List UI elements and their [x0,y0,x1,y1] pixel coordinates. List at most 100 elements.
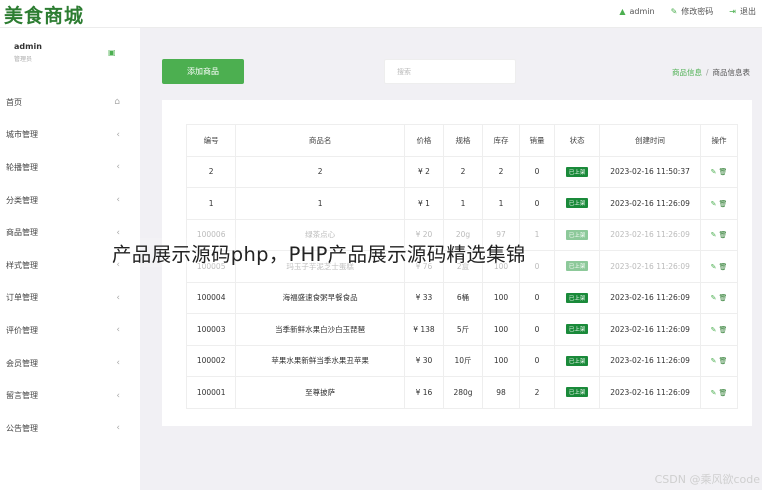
add-product-button[interactable]: 添加商品 [162,59,244,84]
sidebar-item[interactable]: 首页 ⌂ [0,86,140,119]
cell-id: 100004 [185,281,237,314]
sidebar-item[interactable]: 轮播管理 ‹ [0,151,140,184]
column-header: 价格 [403,124,444,157]
sidebar-item[interactable]: 评价管理 ‹ [0,314,140,347]
chevron-left-icon: ‹ [116,227,120,238]
search-input[interactable] [384,59,516,84]
logout-link[interactable]: ⇥ 退出 [729,6,756,17]
cell-status: 已上架 [553,313,601,346]
edit-icon[interactable]: ✎ [711,389,717,397]
cell-sales: 0 [519,313,555,346]
edit-icon: ✎ [670,6,678,16]
cell-sales: 0 [519,344,555,377]
cell-price: ¥ 2 [403,155,444,188]
cell-actions: ✎ 🗑 [699,218,739,251]
cell-actions: ✎ 🗑 [699,281,739,314]
trash-icon[interactable]: 🗑 [718,294,727,302]
column-header: 库存 [482,124,521,157]
table-row: 2 2 ¥ 2 2 2 0 已上架 2023-02-16 11:50:37 ✎ 🗑 [185,155,739,188]
status-badge: 已上架 [565,355,589,366]
table-body: 2 2 ¥ 2 2 2 0 已上架 2023-02-16 11:50:37 ✎ 🗑 1 1 ¥ 1110… [185,155,739,409]
sidebar-item-label: 轮播管理 [6,162,38,172]
table-row: 100001 至尊披萨 ¥ 16 280g 98 2 已上架 2023-02-16 11:26… [185,376,739,409]
credit-watermark: CSDN @乘风欲code [654,473,760,486]
cell-status: 已上架 [553,218,601,251]
cell-price: ¥ 1 [403,187,444,220]
cell-actions: ✎ 🗑 [699,250,739,283]
sidebar-item[interactable]: 订单管理 ‹ [0,282,140,315]
cell-sales: 2 [519,376,555,409]
edit-icon[interactable]: ✎ [711,294,717,302]
trash-icon[interactable]: 🗑 [718,389,727,397]
profile-name: admin [14,42,42,51]
chevron-left-icon: ‹ [116,162,120,173]
trash-icon[interactable]: 🗑 [718,200,727,208]
sidebar-item[interactable]: 公告管理 ‹ [0,412,140,445]
cell-created: 2023-02-16 11:26:09 [599,344,701,377]
trash-icon[interactable]: 🗑 [718,263,727,271]
cell-actions: ✎ 🗑 [699,376,739,409]
trash-icon[interactable]: 🗑 [718,168,727,176]
edit-icon[interactable]: ✎ [711,231,717,239]
profile-role: 管理员 [14,56,33,63]
table-header-row: 编号 商品名 价格 规格 库存 销量 状态 创建时间 操作 [185,124,739,157]
sidebar-item[interactable]: 会员管理 ‹ [0,347,140,380]
cell-created: 2023-02-16 11:26:09 [599,281,701,314]
sidebar-item[interactable]: 分类管理 ‹ [0,184,140,217]
edit-icon[interactable]: ✎ [711,200,717,208]
chevron-left-icon: ‹ [116,423,120,434]
table-row: 100004 海福盛速食粥早餐食品 ¥ 33 6桶 100 0 已上架 2023-02-16 … [185,281,739,314]
cell-name: 当季新鲜水果白沙白玉琵琶 [235,313,405,346]
cell-spec: 1 [442,187,484,220]
cell-actions: ✎ 🗑 [699,313,739,346]
column-header: 商品名 [235,124,405,157]
trash-icon[interactable]: 🗑 [718,357,727,365]
sidebar-item-label: 首页 [6,97,22,107]
cell-stock: 2 [482,155,521,188]
site-logo: 美食商城 [4,5,85,27]
sidebar-item-label: 留言管理 [6,391,38,401]
sidebar-item[interactable]: 留言管理 ‹ [0,379,140,412]
trash-icon[interactable]: 🗑 [718,326,727,334]
chevron-left-icon: ‹ [116,358,120,369]
cell-actions: ✎ 🗑 [699,155,739,188]
status-badge: 已上架 [565,198,589,209]
sidebar-item[interactable]: 城市管理 ‹ [0,119,140,152]
user-icon: ▲ [619,6,626,16]
cell-created: 2023-02-16 11:26:09 [599,313,701,346]
status-badge: 已上架 [565,229,589,240]
status-badge: 已上架 [565,166,589,177]
chevron-left-icon: ‹ [116,292,120,303]
cell-name: 苹果水果新鲜当季水果丑苹果 [235,344,405,377]
column-header: 规格 [442,124,484,157]
user-menu[interactable]: ▲ admin [619,6,654,17]
cell-price: ¥ 30 [403,344,444,377]
cell-stock: 100 [482,344,521,377]
column-header: 操作 [699,124,739,157]
profile-badge-icon: ▣ [108,48,116,57]
edit-icon[interactable]: ✎ [711,357,717,365]
change-password-label: 修改密码 [681,7,714,16]
logout-icon: ⇥ [729,6,736,16]
sidebar-item-label: 公告管理 [6,423,38,433]
cell-actions: ✎ 🗑 [699,187,739,220]
sidebar-item-label: 商品管理 [6,228,38,238]
trash-icon[interactable]: 🗑 [718,231,727,239]
edit-icon[interactable]: ✎ [711,168,717,176]
edit-icon[interactable]: ✎ [711,263,717,271]
cell-created: 2023-02-16 11:50:37 [599,155,701,188]
breadcrumb-separator: / [705,68,709,77]
column-header: 编号 [185,124,237,157]
breadcrumb-parent[interactable]: 商品信息 [672,68,702,77]
cell-spec: 10斤 [442,344,484,377]
cell-stock: 98 [482,376,521,409]
cell-sales: 0 [519,187,555,220]
breadcrumb: 商品信息 / 商品信息表 [672,67,750,78]
change-password-link[interactable]: ✎ 修改密码 [671,6,714,17]
cell-status: 已上架 [553,281,601,314]
table-row: 100002 苹果水果新鲜当季水果丑苹果 ¥ 30 10斤 100 0 已上架 2023-02… [185,344,739,377]
top-bar: 美食商城 ▲ admin ✎ 修改密码 ⇥ 退出 [0,0,762,28]
edit-icon[interactable]: ✎ [711,326,717,334]
sidebar-item-label: 城市管理 [6,130,38,140]
logout-label: 退出 [740,7,756,16]
